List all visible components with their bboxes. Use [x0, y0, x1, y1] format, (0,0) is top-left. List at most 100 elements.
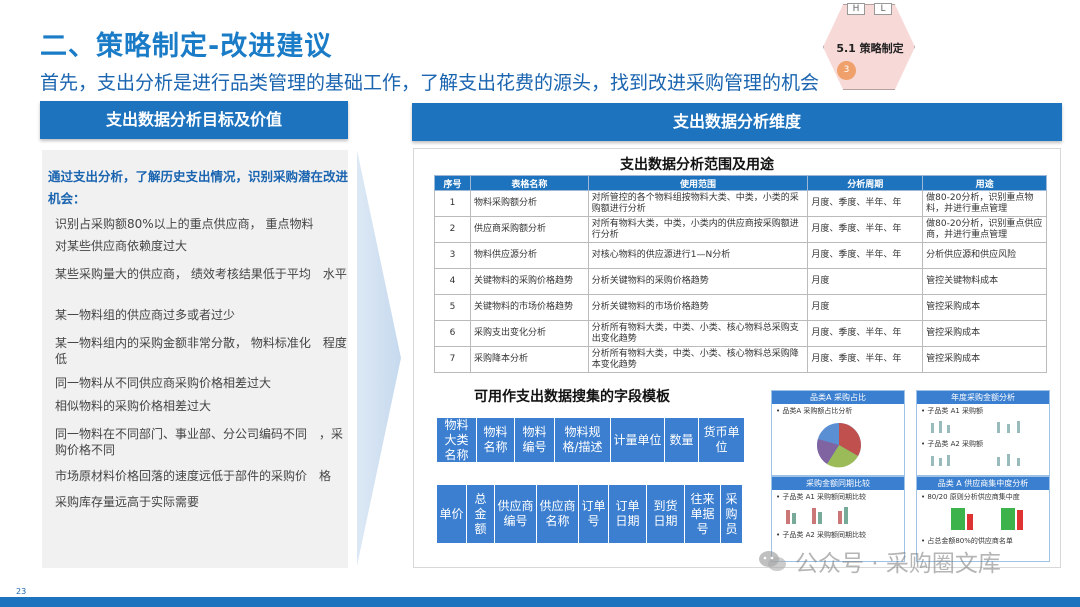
list-item: 对某些供应商依赖度过大: [55, 239, 188, 253]
table-header-cell: 用途: [922, 175, 1047, 191]
mini-chart-text: • 子品类 A1 采购额同期比较: [776, 493, 867, 501]
table-cell: 做80-20分析，识别重点物料，并进行重点管理: [922, 190, 1047, 217]
table-cell: 对所有物料大类，中类，小类内的供应商按采购额进行分析: [587, 216, 809, 243]
table-cell: 月度: [807, 294, 924, 321]
left-section-header: 支出数据分析目标及价值: [40, 101, 348, 139]
table-header-cell: 表格名称: [469, 175, 589, 191]
wechat-icon: [759, 551, 786, 571]
template-field: 供应商名称: [537, 485, 579, 543]
table-cell: 采购支出变化分析: [469, 320, 589, 347]
table-row: 1 物料采购额分析 对所管控的各个物料组按物料大类、中类，小类的采购额进行分析 月度、…: [434, 190, 1047, 217]
table-row: 2 供应商采购额分析 对所有物料大类，中类，小类内的供应商按采购额进行分析 月度、季度…: [434, 216, 1047, 243]
mini-chart-category-share: 品类A 采购占比 • 品类A 采购额占比分析: [771, 390, 905, 476]
mini-chart-title: 采购金额同期比较: [772, 477, 904, 490]
list-item: 识别占采购额80%以上的重点供应商， 重点物料: [55, 217, 314, 231]
mini-chart-annual-spend: 年度采购金额分析 • 子品类 A1 采购额 • 子品类 A2 采购额: [916, 390, 1050, 476]
list-item: 同一物料从不同供应商采购价格相差过大: [55, 376, 272, 390]
table-cell: 物料供应源分析: [469, 242, 589, 269]
template-field: 采购员: [721, 485, 743, 543]
watermark-text: 公众号 · 采购圈文库: [795, 551, 1001, 577]
badge-h-tab: H: [847, 3, 865, 15]
table-cell: 分析供应源和供应风险: [922, 242, 1047, 269]
template-field: 物料规格/描述: [555, 418, 611, 462]
table-cell: 分析关键物料的市场价格趋势: [587, 294, 809, 321]
table-header-cell: 使用范围: [587, 175, 809, 191]
table-title: 支出数据分析范围及用途: [620, 157, 774, 173]
table-cell: 2: [434, 216, 471, 243]
table-row: 7 采购降本分析 分析所有物料大类，中类、小类、核心物料总采购降本变化趋势 月度、季度…: [434, 346, 1047, 373]
template-field: 物料大类名称: [437, 418, 477, 462]
badge-number: 3: [837, 61, 856, 80]
template-field: 往来单据号: [685, 485, 721, 543]
template-title: 可用作支出数据搜集的字段模板: [474, 389, 670, 405]
table-cell: 月度、季度、半年、年: [807, 216, 924, 243]
bar-thumbnail: [951, 508, 1023, 530]
table-cell: 供应商采购额分析: [469, 216, 589, 243]
mini-chart-title: 品类 A 供应商集中度分析: [917, 477, 1049, 490]
table-cell: 管控采购成本: [922, 346, 1047, 373]
table-cell: 采购降本分析: [469, 346, 589, 373]
template-row-2: 单价 总金额 供应商编号 供应商名称 订单号 订单日期 到货日期 往来单据号 采购员: [437, 485, 743, 543]
pie-thumbnail: [816, 423, 861, 468]
page-title: 二、策略制定-改进建议: [40, 31, 333, 62]
list-item: 市场原材料价格回落的速度远低于部件的采购价 格: [55, 469, 332, 483]
table-cell: 7: [434, 346, 471, 373]
bar-thumbnail: [786, 507, 848, 524]
table-cell: 1: [434, 190, 471, 217]
table-cell: 物料采购额分析: [469, 190, 589, 217]
badge-label: 5.1 策略制定: [836, 42, 904, 55]
table-cell: 4: [434, 268, 471, 295]
table-row: 4 关键物料的采购价格趋势 分析关键物料的采购价格趋势 月度 管控关键物料成本: [434, 268, 1047, 295]
template-field: 数量: [665, 418, 699, 462]
mini-chart-text: • 子品类 A1 采购额: [921, 407, 984, 415]
right-section-header: 支出数据分析维度: [412, 103, 1062, 141]
list-item: 同一物料在不同部门、事业部、分公司编码不同 ，采购价格不同: [55, 427, 344, 457]
table-cell: 对核心物料的供应源进行1—N分析: [587, 242, 809, 269]
table-header-cell: 分析周期: [807, 175, 924, 191]
left-intro: 通过支出分析，了解历史支出情况，识别采购潜在改进机会：: [48, 169, 349, 206]
mini-chart-title: 年度采购金额分析: [917, 391, 1049, 404]
table-cell: 分析关键物料的采购价格趋势: [587, 268, 809, 295]
table-cell: 管控采购成本: [922, 320, 1047, 347]
bar-thumbnail: [931, 454, 1020, 466]
template-field: 供应商编号: [495, 485, 537, 543]
template-row-1: 物料大类名称 物料名称 物料编号 物料规格/描述 计量单位 数量 货币单位: [437, 418, 745, 462]
template-field: 订单日期: [609, 485, 647, 543]
page-subtitle: 首先，支出分析是进行品类管理的基础工作，了解支出花费的源头，找到改进采购管理的机…: [40, 72, 820, 94]
table-row: 5 关键物料的市场价格趋势 分析关键物料的市场价格趋势 月度 管控采购成本: [434, 294, 1047, 321]
table-cell: 月度、季度、半年、年: [807, 320, 924, 347]
template-field: 订单号: [579, 485, 609, 543]
mini-chart-text: • 子品类 A2 采购额同期比较: [776, 531, 867, 539]
template-field: 物料名称: [477, 418, 515, 462]
table-header-cell: 序号: [434, 175, 471, 191]
template-field: 单价: [437, 485, 467, 543]
table-cell: 月度、季度、半年、年: [807, 346, 924, 373]
table-cell: 管控关键物料成本: [922, 268, 1047, 295]
flow-arrow: [357, 150, 401, 566]
bar-thumbnail: [931, 421, 1020, 433]
template-field: 计量单位: [611, 418, 665, 462]
table-cell: 做80-20分析，识别重点供应商，并进行重点管理: [922, 216, 1047, 243]
table-cell: 关键物料的采购价格趋势: [469, 268, 589, 295]
mini-chart-text: • 子品类 A2 采购额: [921, 440, 984, 448]
table-cell: 分析所有物料大类，中类、小类、核心物料总采购降本变化趋势: [587, 346, 809, 373]
table-cell: 月度: [807, 268, 924, 295]
mini-chart-text: • 80/20 原则分析供应商集中度: [921, 493, 1020, 501]
template-field: 到货日期: [647, 485, 685, 543]
list-item: 相似物料的采购价格相差过大: [55, 399, 212, 413]
list-item: 采购库存量远高于实际需要: [55, 495, 200, 509]
table-cell: 6: [434, 320, 471, 347]
template-field: 总金额: [467, 485, 495, 543]
footer-bar: [0, 597, 1080, 607]
list-item: 某些采购量大的供应商， 绩效考核结果低于平均 水平: [55, 267, 347, 281]
table-cell: 3: [434, 242, 471, 269]
table-cell: 对所管控的各个物料组按物料大类、中类，小类的采购额进行分析: [587, 190, 809, 217]
table-cell: 分析所有物料大类，中类、小类、核心物料总采购支出变化趋势: [587, 320, 809, 347]
table-cell: 5: [434, 294, 471, 321]
table-cell: 月度、季度、半年、年: [807, 242, 924, 269]
template-field: 货币单位: [699, 418, 745, 462]
list-item: 某一物料组内的采购金额非常分散， 物料标准化 程度低: [55, 336, 347, 366]
template-field: 物料编号: [515, 418, 555, 462]
page-number: 23: [16, 587, 27, 596]
table-row: 3 物料供应源分析 对核心物料的供应源进行1—N分析 月度、季度、半年、年 分析供应源和…: [434, 242, 1047, 269]
